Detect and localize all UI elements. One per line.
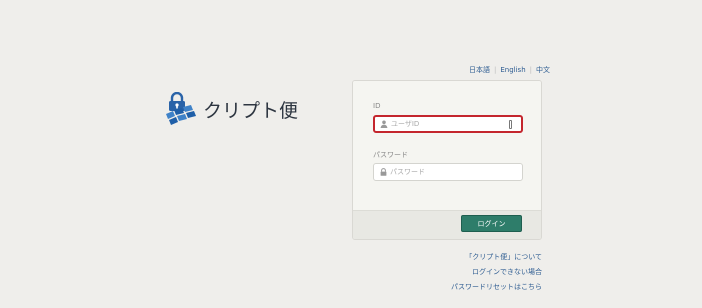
lock-icon xyxy=(376,168,390,176)
password-field[interactable] xyxy=(373,163,523,181)
id-input[interactable] xyxy=(391,120,501,128)
about-link[interactable]: 「クリプト便」について xyxy=(451,250,542,265)
language-chinese[interactable]: 中文 xyxy=(536,65,550,75)
brand-logo: クリプト便 xyxy=(163,92,298,126)
login-button[interactable]: ログイン xyxy=(461,215,522,232)
user-icon xyxy=(377,120,391,128)
language-selector: 日本語 | English | 中文 xyxy=(469,65,550,75)
password-label: パスワード xyxy=(373,151,408,159)
crypto-bin-logo-icon xyxy=(166,92,196,125)
id-field[interactable] xyxy=(373,115,523,133)
language-separator: | xyxy=(529,66,532,74)
login-panel: ID パスワード ログイン xyxy=(352,80,542,240)
brand-name: クリプト便 xyxy=(203,99,299,122)
language-english[interactable]: English xyxy=(500,66,525,74)
cannot-login-link[interactable]: ログインできない場合 xyxy=(451,265,542,280)
language-separator: | xyxy=(494,66,497,74)
help-links: 「クリプト便」について ログインできない場合 パスワードリセットはこちら xyxy=(451,250,542,295)
language-japanese[interactable]: 日本語 xyxy=(469,65,490,75)
id-label: ID xyxy=(373,102,381,110)
text-cursor-icon xyxy=(509,120,512,129)
password-input[interactable] xyxy=(390,168,500,176)
login-form-body xyxy=(353,81,541,210)
password-reset-link[interactable]: パスワードリセットはこちら xyxy=(451,280,542,295)
